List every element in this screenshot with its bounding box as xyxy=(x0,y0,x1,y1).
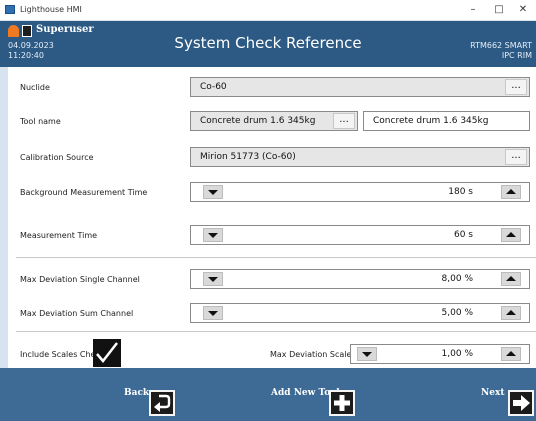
triangle-up-icon xyxy=(506,351,516,356)
tool-name-field[interactable]: Concrete drum 1.6 345kg ... xyxy=(190,111,358,131)
triangle-down-icon xyxy=(208,233,218,238)
triangle-down-icon xyxy=(208,277,218,282)
calibration-source-field[interactable]: Mirion 51773 (Co-60) ... xyxy=(190,147,530,167)
checkmark-icon xyxy=(96,342,118,363)
max-dev-scales-stepper[interactable]: 1,00 % xyxy=(350,344,530,364)
right-arrow-icon xyxy=(513,395,530,411)
max-dev-scales-increase-button[interactable] xyxy=(501,347,521,361)
header-time: 11:20:40 xyxy=(8,51,44,60)
window-titlebar: Lighthouse HMI – □ ✕ xyxy=(0,0,536,21)
add-new-tool-button[interactable] xyxy=(329,390,355,416)
section-divider xyxy=(16,257,536,258)
minimize-button[interactable]: – xyxy=(462,2,484,18)
background-time-value: 180 s xyxy=(448,187,473,197)
next-button[interactable] xyxy=(508,390,534,416)
max-dev-scales-value: 1,00 % xyxy=(441,349,473,359)
back-label[interactable]: Back xyxy=(124,388,149,398)
include-scales-label: Include Scales Check xyxy=(20,350,105,359)
tool-name-value: Concrete drum 1.6 345kg xyxy=(200,116,316,126)
max-dev-sum-stepper[interactable]: 5,00 % xyxy=(190,303,530,323)
close-button[interactable]: ✕ xyxy=(512,2,534,18)
measurement-time-decrease-button[interactable] xyxy=(203,228,223,242)
tool-name-label: Tool name xyxy=(20,117,61,126)
triangle-down-icon xyxy=(362,352,372,357)
calibration-source-browse-button[interactable]: ... xyxy=(505,149,527,165)
max-dev-single-increase-button[interactable] xyxy=(501,272,521,286)
max-dev-sum-decrease-button[interactable] xyxy=(203,306,223,320)
next-label[interactable]: Next xyxy=(481,388,504,398)
maximize-button[interactable]: □ xyxy=(488,2,510,18)
device-name: RTM662 SMART xyxy=(470,41,532,50)
measurement-time-stepper[interactable]: 60 s xyxy=(190,225,530,245)
max-dev-sum-value: 5,00 % xyxy=(441,308,473,318)
triangle-up-icon xyxy=(506,276,516,281)
window-app-icon xyxy=(5,5,15,14)
triangle-down-icon xyxy=(208,311,218,316)
measurement-time-increase-button[interactable] xyxy=(501,228,521,242)
triangle-down-icon xyxy=(208,190,218,195)
background-time-label: Background Measurement Time xyxy=(20,188,148,197)
calibration-source-value: Mirion 51773 (Co-60) xyxy=(200,152,296,162)
section-divider xyxy=(16,331,536,332)
page-title: System Check Reference xyxy=(174,34,362,52)
measurement-time-value: 60 s xyxy=(453,230,473,240)
max-dev-scales-decrease-button[interactable] xyxy=(357,347,377,361)
window-title: Lighthouse HMI xyxy=(20,5,82,14)
tool-name-browse-button[interactable]: ... xyxy=(333,113,355,129)
back-button[interactable] xyxy=(149,390,175,416)
calibration-source-label: Calibration Source xyxy=(20,153,94,162)
footer-bar: Back Add New Tool Next xyxy=(0,368,536,421)
tool-name-text-input[interactable]: Concrete drum 1.6 345kg xyxy=(363,111,530,131)
max-dev-single-value: 8,00 % xyxy=(441,274,473,284)
plus-icon xyxy=(334,395,350,411)
triangle-up-icon xyxy=(506,310,516,315)
triangle-up-icon xyxy=(506,189,516,194)
max-dev-scales-label: Max Deviation Scales xyxy=(270,350,356,359)
max-dev-sum-increase-button[interactable] xyxy=(501,306,521,320)
background-time-increase-button[interactable] xyxy=(501,185,521,199)
background-time-stepper[interactable]: 180 s xyxy=(190,182,530,202)
max-dev-single-stepper[interactable]: 8,00 % xyxy=(190,269,530,289)
measurement-time-label: Measurement Time xyxy=(20,231,98,240)
max-dev-sum-label: Max Deviation Sum Channel xyxy=(20,309,134,318)
include-scales-checkbox[interactable] xyxy=(93,339,121,367)
main-content: Nuclide Co-60 ... Tool name Concrete dru… xyxy=(8,67,536,368)
background-time-decrease-button[interactable] xyxy=(203,185,223,199)
app-header: Superuser 04.09.2023 11:20:40 System Che… xyxy=(0,21,536,67)
subdevice-name: IPC RIM xyxy=(501,51,532,60)
header-device-info: RTM662 SMART IPC RIM xyxy=(470,41,532,61)
left-accent-strip xyxy=(0,67,8,368)
nuclide-browse-button[interactable]: ... xyxy=(505,79,527,95)
tool-name-text-value: Concrete drum 1.6 345kg xyxy=(373,116,489,126)
nuclide-value: Co-60 xyxy=(200,82,227,92)
nuclide-label: Nuclide xyxy=(20,83,50,92)
max-dev-single-label: Max Deviation Single Channel xyxy=(20,275,140,284)
undo-arrow-icon xyxy=(154,394,171,412)
triangle-up-icon xyxy=(506,232,516,237)
nuclide-field[interactable]: Co-60 ... xyxy=(190,77,530,97)
max-dev-single-decrease-button[interactable] xyxy=(203,272,223,286)
